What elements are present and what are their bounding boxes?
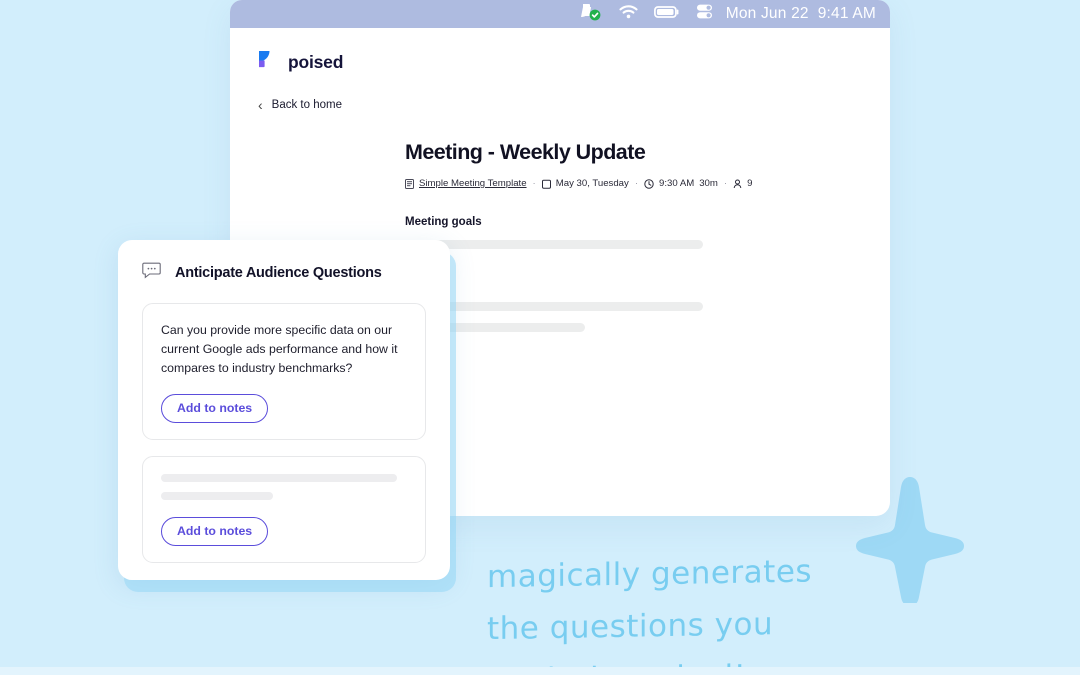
poised-logo-icon bbox=[258, 50, 279, 75]
anticipate-questions-panel: Anticipate Audience Questions Can you pr… bbox=[118, 240, 450, 580]
chevron-left-icon: ‹ bbox=[258, 97, 263, 113]
status-bar: Mon Jun 22 9:41 AM bbox=[230, 0, 890, 28]
document-meta: Simple Meeting Template · May 30, Tuesda… bbox=[405, 178, 825, 189]
control-center-icon[interactable] bbox=[696, 4, 713, 24]
statusbar-date: Mon Jun 22 bbox=[725, 5, 809, 22]
panel-title: Anticipate Audience Questions bbox=[175, 265, 382, 281]
calendar-icon bbox=[541, 179, 551, 189]
add-to-notes-button[interactable]: Add to notes bbox=[161, 517, 269, 546]
caption-line-1: magically generates bbox=[487, 553, 813, 596]
template-link[interactable]: Simple Meeting Template bbox=[419, 178, 527, 189]
brand-logo[interactable]: poised bbox=[258, 50, 890, 75]
add-to-notes-button[interactable]: Add to notes bbox=[161, 394, 269, 423]
wifi-icon[interactable] bbox=[619, 4, 638, 24]
template-icon bbox=[405, 178, 414, 189]
meta-separator: · bbox=[634, 178, 639, 189]
question-text: Can you provide more specific data on ou… bbox=[161, 323, 398, 375]
page-title: Meeting - Weekly Update bbox=[405, 140, 646, 164]
question-placeholder-bar bbox=[161, 474, 397, 482]
meta-separator: · bbox=[723, 178, 728, 189]
statusbar-time: 9:41 AM bbox=[817, 5, 876, 22]
question-card: Can you provide more specific data on ou… bbox=[142, 303, 426, 440]
meeting-duration: 30m bbox=[699, 178, 718, 189]
meeting-date: May 30, Tuesday bbox=[555, 178, 629, 189]
handwritten-caption: magically generates the questions you mi… bbox=[487, 545, 847, 675]
attendee-count: 9 bbox=[747, 178, 753, 189]
caption-line-2: the questions you bbox=[487, 606, 774, 648]
speech-bubble-icon bbox=[142, 262, 161, 284]
meeting-time: 9:30 AM bbox=[659, 178, 695, 189]
section-heading-points: /points bbox=[405, 278, 825, 290]
section-heading-goals: Meeting goals bbox=[405, 216, 482, 228]
bottom-strip bbox=[0, 667, 1080, 675]
meta-separator: · bbox=[532, 178, 536, 189]
back-to-home-link[interactable]: ‹ Back to home bbox=[258, 98, 890, 112]
poised-app-icon[interactable] bbox=[580, 3, 603, 26]
content-placeholder-bar bbox=[405, 240, 703, 249]
back-to-home-label: Back to home bbox=[271, 99, 342, 111]
person-icon bbox=[733, 179, 742, 189]
question-placeholder-bar bbox=[161, 492, 273, 500]
question-card: Add to notes bbox=[142, 456, 426, 563]
document-body: Meeting - Weekly Update Simple Meeting T… bbox=[405, 140, 825, 332]
clock-icon bbox=[644, 178, 654, 189]
brand-name: poised bbox=[288, 52, 344, 72]
battery-icon[interactable] bbox=[653, 5, 680, 24]
panel-header: Anticipate Audience Questions bbox=[142, 262, 426, 284]
